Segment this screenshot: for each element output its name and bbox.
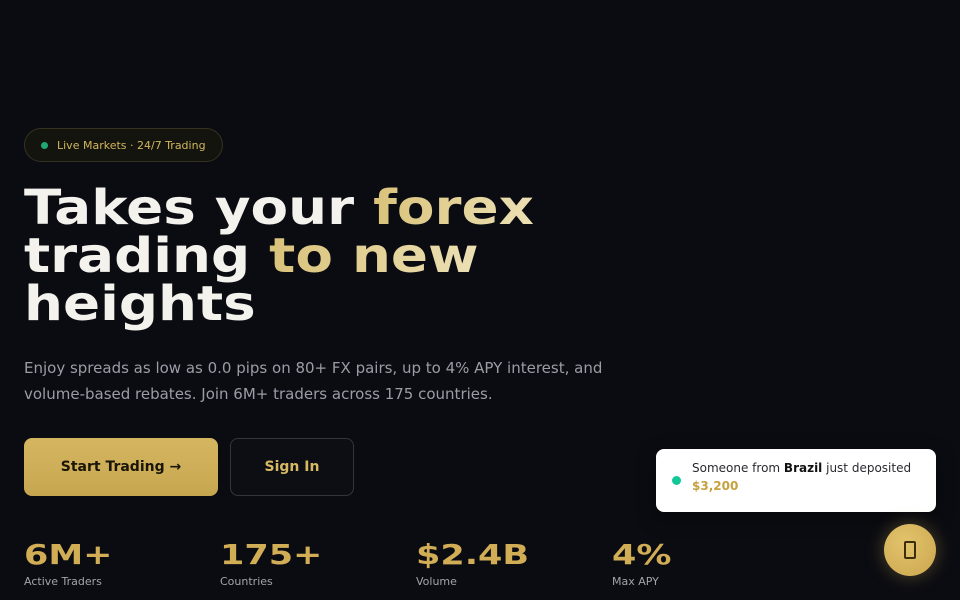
- landing-page: Live Markets · 24/7 Trading Takes your f…: [0, 0, 960, 600]
- stat-value: $2.4B: [416, 538, 530, 571]
- stat-label: Volume: [416, 575, 457, 588]
- start-trading-button[interactable]: Start Trading →: [24, 438, 218, 496]
- chat-icon: [904, 541, 916, 559]
- stat-value: 175+: [220, 538, 323, 571]
- headline-highlight: to new: [269, 228, 479, 284]
- stat-label: Countries: [220, 575, 273, 588]
- stat-value: 6M+: [24, 538, 113, 571]
- stat-label: Active Traders: [24, 575, 102, 588]
- sign-in-button[interactable]: Sign In: [230, 438, 354, 496]
- notification-prefix: Someone from: [692, 461, 784, 475]
- chat-fab-button[interactable]: [884, 524, 936, 576]
- headline-line-2: trading to new: [24, 232, 534, 280]
- notification-country: Brazil: [783, 461, 823, 475]
- stat-volume: $2.4B Volume: [416, 538, 529, 588]
- badge-text: Live Markets · 24/7 Trading: [57, 138, 206, 152]
- stat-value: 4%: [612, 538, 672, 571]
- live-markets-badge: Live Markets · 24/7 Trading: [24, 128, 223, 162]
- notification-dot-icon: [672, 476, 681, 485]
- stat-label: Max APY: [612, 575, 659, 588]
- headline-line-1: Takes your forex: [24, 184, 534, 232]
- stat-active-traders: 6M+ Active Traders: [24, 538, 113, 588]
- headline-line-3: heights: [24, 276, 256, 332]
- hero-headline: Takes your forex trading to new heights: [24, 184, 534, 328]
- notification-message: Someone from Brazil just deposited: [692, 461, 922, 475]
- live-status-dot-icon: [41, 141, 48, 149]
- deposit-notification-toast[interactable]: Someone from Brazil just deposited $3,20…: [656, 449, 936, 512]
- notification-suffix: just deposited: [822, 461, 912, 475]
- stat-countries: 175+ Countries: [220, 538, 322, 588]
- hero-subtitle: Enjoy spreads as low as 0.0 pips on 80+ …: [24, 359, 603, 403]
- stat-max-apy: 4% Max APY: [612, 538, 671, 588]
- stats-row: 6M+ Active Traders 175+ Countries $2.4B …: [24, 538, 824, 600]
- notification-amount: $3,200: [692, 479, 739, 493]
